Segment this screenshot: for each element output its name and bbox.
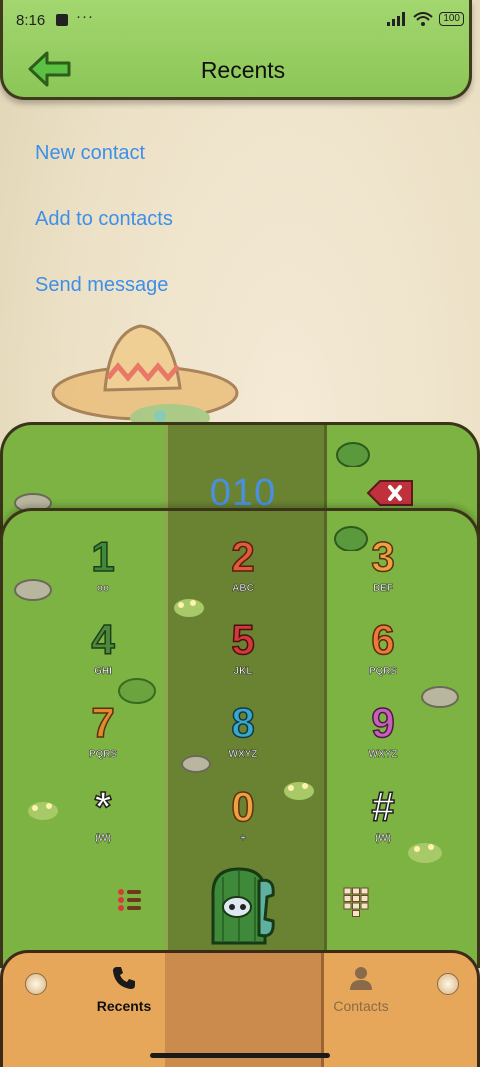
key-8-digit: 8 <box>231 698 256 747</box>
tab-contacts[interactable]: Contacts <box>301 965 421 1014</box>
keypad-panel: 1 oo 2 ABC 3 DEF 4 GHI 5 JKL 6 PQRS 7 PQ… <box>0 508 480 968</box>
key-6-letters: PQRS <box>368 666 398 678</box>
key-3[interactable]: 3 DEF <box>338 531 428 601</box>
status-time: 8:16 <box>16 12 46 29</box>
key-6[interactable]: 6 PQRS <box>338 614 428 684</box>
key-hash-digit: # <box>371 782 396 831</box>
cactus-decoration <box>336 442 370 467</box>
rock-decoration <box>14 579 52 601</box>
key-0-digit: 0 <box>231 782 256 831</box>
key-star[interactable]: * (W) <box>58 781 148 851</box>
status-bar: 8:16 ··· 100 <box>0 0 480 40</box>
key-9-digit: 9 <box>371 698 396 747</box>
phone-icon <box>113 967 135 989</box>
key-9-letters: WXYZ <box>368 749 398 761</box>
battery-icon: 100 <box>439 12 464 26</box>
key-4-digit: 4 <box>91 615 116 664</box>
key-1-digit: 1 <box>91 532 116 581</box>
send-message-link[interactable]: Send message <box>35 274 168 297</box>
keypad-grid-icon <box>343 887 369 917</box>
person-icon <box>350 967 372 990</box>
key-star-digit: * <box>94 782 112 831</box>
backspace-icon <box>366 480 413 506</box>
tab-recents-label: Recents <box>96 998 152 1014</box>
key-hash-letters: (W) <box>374 833 392 845</box>
tab-contacts-label: Contacts <box>333 998 389 1014</box>
flower-bush-decoration <box>28 802 58 820</box>
key-2-digit: 2 <box>231 532 256 581</box>
keypad-toggle-button[interactable] <box>343 887 369 917</box>
key-1-letters: oo <box>96 583 110 595</box>
key-7-digit: 7 <box>91 698 116 747</box>
list-menu-icon <box>118 889 141 911</box>
key-8[interactable]: 8 WXYZ <box>198 697 288 767</box>
call-button[interactable] <box>203 863 281 945</box>
menu-button[interactable] <box>115 885 145 915</box>
key-3-digit: 3 <box>371 532 396 581</box>
status-indicators: 100 <box>387 12 464 26</box>
key-7-letters: PQRS <box>88 749 118 761</box>
key-0-letters: + <box>240 833 246 845</box>
key-2[interactable]: 2 ABC <box>198 531 288 601</box>
sombrero-mascot-illustration <box>51 324 239 428</box>
key-2-letters: ABC <box>232 583 254 595</box>
key-3-letters: DEF <box>373 583 394 595</box>
screw-decoration <box>437 973 459 995</box>
cactus-call-icon <box>211 867 275 945</box>
notification-icon <box>56 14 68 26</box>
tab-recents[interactable]: Recents <box>64 965 184 1014</box>
more-notifications-icon: ··· <box>76 8 94 25</box>
page-title: Recents <box>200 57 286 83</box>
screw-decoration <box>25 973 47 995</box>
key-5[interactable]: 5 JKL <box>198 614 288 684</box>
key-5-letters: JKL <box>233 666 253 678</box>
key-4[interactable]: 4 GHI <box>58 614 148 684</box>
key-1[interactable]: 1 oo <box>58 531 148 601</box>
key-8-letters: WXYZ <box>228 749 258 761</box>
key-6-digit: 6 <box>371 615 396 664</box>
key-9[interactable]: 9 WXYZ <box>338 697 428 767</box>
home-indicator[interactable] <box>150 1053 330 1058</box>
add-to-contacts-link[interactable]: Add to contacts <box>35 208 173 231</box>
backspace-button[interactable] <box>366 479 414 507</box>
key-7[interactable]: 7 PQRS <box>58 697 148 767</box>
wifi-icon <box>413 12 433 26</box>
signal-icon <box>387 12 406 26</box>
new-contact-link[interactable]: New contact <box>35 142 145 165</box>
key-hash[interactable]: # (W) <box>338 781 428 851</box>
bottom-navigation: Recents Contacts <box>0 950 480 1067</box>
key-star-letters: (W) <box>94 833 112 845</box>
key-0[interactable]: 0 + <box>198 781 288 851</box>
key-4-letters: GHI <box>94 666 112 678</box>
key-5-digit: 5 <box>231 615 256 664</box>
